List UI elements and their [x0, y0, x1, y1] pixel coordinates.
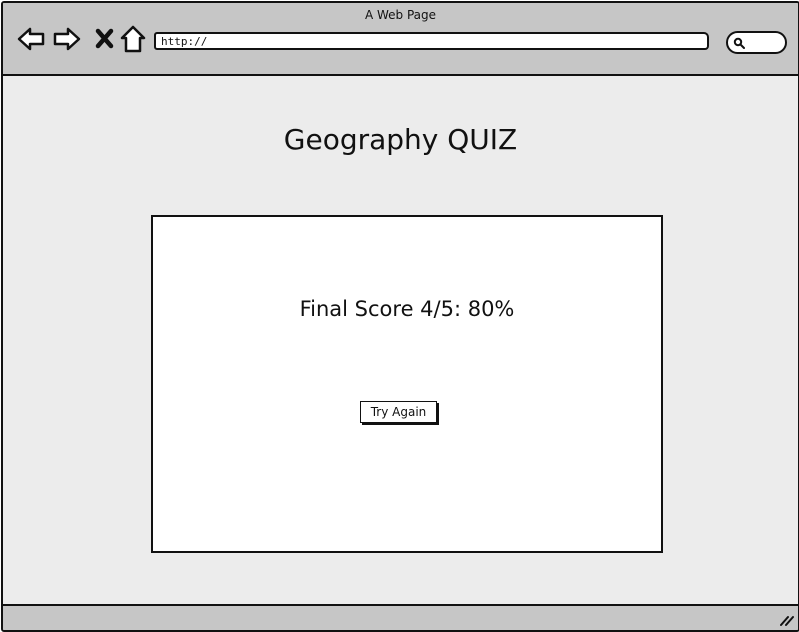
window-title: A Web Page	[364, 8, 437, 22]
search-field[interactable]	[726, 31, 787, 54]
status-bar	[3, 604, 798, 630]
back-arrow-icon[interactable]	[16, 24, 46, 54]
url-text: http://	[161, 35, 208, 48]
search-icon[interactable]	[733, 37, 745, 49]
score-panel: Final Score 4/5: 80% Try Again	[151, 215, 663, 553]
try-again-button[interactable]: Try Again	[360, 401, 437, 423]
final-score-text: Final Score 4/5: 80%	[299, 297, 515, 321]
resize-grip-icon[interactable]	[778, 613, 794, 627]
url-bar[interactable]: http://	[154, 32, 709, 50]
page-title: Geography QUIZ	[283, 123, 518, 156]
forward-arrow-icon[interactable]	[52, 24, 82, 54]
browser-toolbar: A Web Page http://	[3, 3, 798, 76]
browser-window: A Web Page http:// Geography QUIZ Final …	[1, 1, 799, 632]
home-icon[interactable]	[118, 24, 148, 54]
close-x-icon[interactable]	[91, 24, 121, 54]
